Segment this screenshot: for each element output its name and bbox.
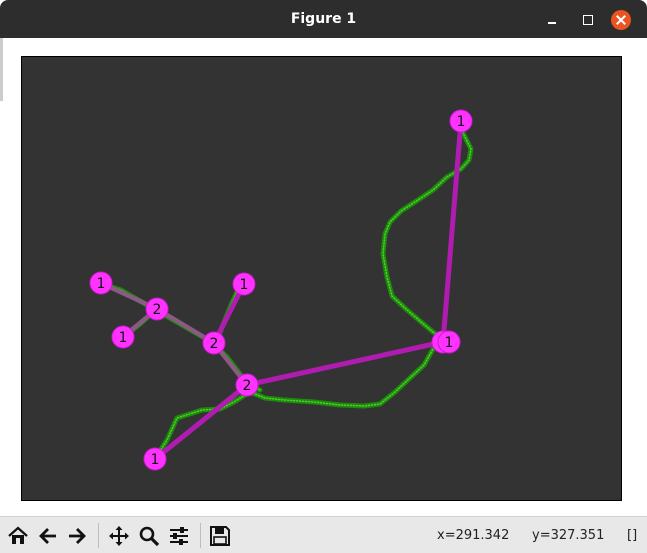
- node-label: 1: [97, 276, 106, 292]
- pan-button[interactable]: [105, 522, 132, 549]
- move-arrows-icon: [108, 525, 129, 546]
- forward-button[interactable]: [63, 522, 90, 549]
- back-button[interactable]: [34, 522, 61, 549]
- maximize-button[interactable]: [578, 10, 598, 30]
- node-label: 2: [153, 302, 162, 318]
- graph-node-n1: 1: [89, 271, 113, 295]
- minimize-button[interactable]: [542, 10, 562, 30]
- window-titlebar: Figure 1: [0, 0, 647, 38]
- graph-plot: 1121122211: [89, 109, 474, 471]
- graph-node-n6: 2: [235, 373, 259, 397]
- graph-edge-n9-n6: [152, 382, 250, 462]
- graph-node-n9: 1: [143, 447, 167, 471]
- toolbar-separator: [200, 523, 201, 548]
- floppy-disk-icon: [209, 525, 230, 546]
- home-icon: [7, 526, 28, 544]
- graph-node-n0: 1: [449, 109, 473, 133]
- graph-edge-n0-n7: [440, 118, 464, 345]
- cursor-y-readout: y=327.351: [532, 528, 605, 543]
- magnifier-icon: [139, 526, 159, 546]
- save-button[interactable]: [206, 522, 233, 549]
- green-trajectory-5-highlight: [249, 124, 472, 407]
- graph-node-n3: 1: [111, 325, 135, 349]
- graph-node-n2: 2: [145, 297, 169, 321]
- arrow-left-icon: [38, 527, 56, 544]
- graph-node-n5: 2: [202, 331, 226, 355]
- configure-subplots-button[interactable]: [165, 522, 192, 549]
- node-label: 1: [445, 335, 454, 351]
- plot-axes[interactable]: 1121122211: [21, 56, 622, 501]
- graph-node-n4: 1: [232, 272, 256, 296]
- cursor-x-readout: x=291.342: [437, 528, 510, 543]
- cursor-data-readout: []: [627, 528, 638, 543]
- toolbar-separator: [98, 523, 99, 548]
- arrow-right-icon: [68, 527, 86, 544]
- node-label: 1: [151, 452, 160, 468]
- node-label: 2: [243, 378, 252, 394]
- graph-edge-n6-n7: [244, 339, 446, 388]
- node-label: 1: [457, 114, 466, 130]
- sliders-icon: [169, 526, 188, 545]
- graph-node-n8: 1: [437, 330, 461, 354]
- figure-canvas[interactable]: 1121122211: [0, 38, 647, 516]
- home-button[interactable]: [4, 522, 31, 549]
- canvas-edge-strip: [0, 38, 3, 101]
- node-label: 1: [119, 330, 128, 346]
- green-trajectory-5: [247, 122, 474, 409]
- zoom-button[interactable]: [135, 522, 162, 549]
- close-button[interactable]: [611, 10, 631, 30]
- node-label: 2: [210, 336, 219, 352]
- node-label: 1: [240, 277, 249, 293]
- navigation-toolbar: x=291.342 y=327.351 []: [0, 516, 647, 553]
